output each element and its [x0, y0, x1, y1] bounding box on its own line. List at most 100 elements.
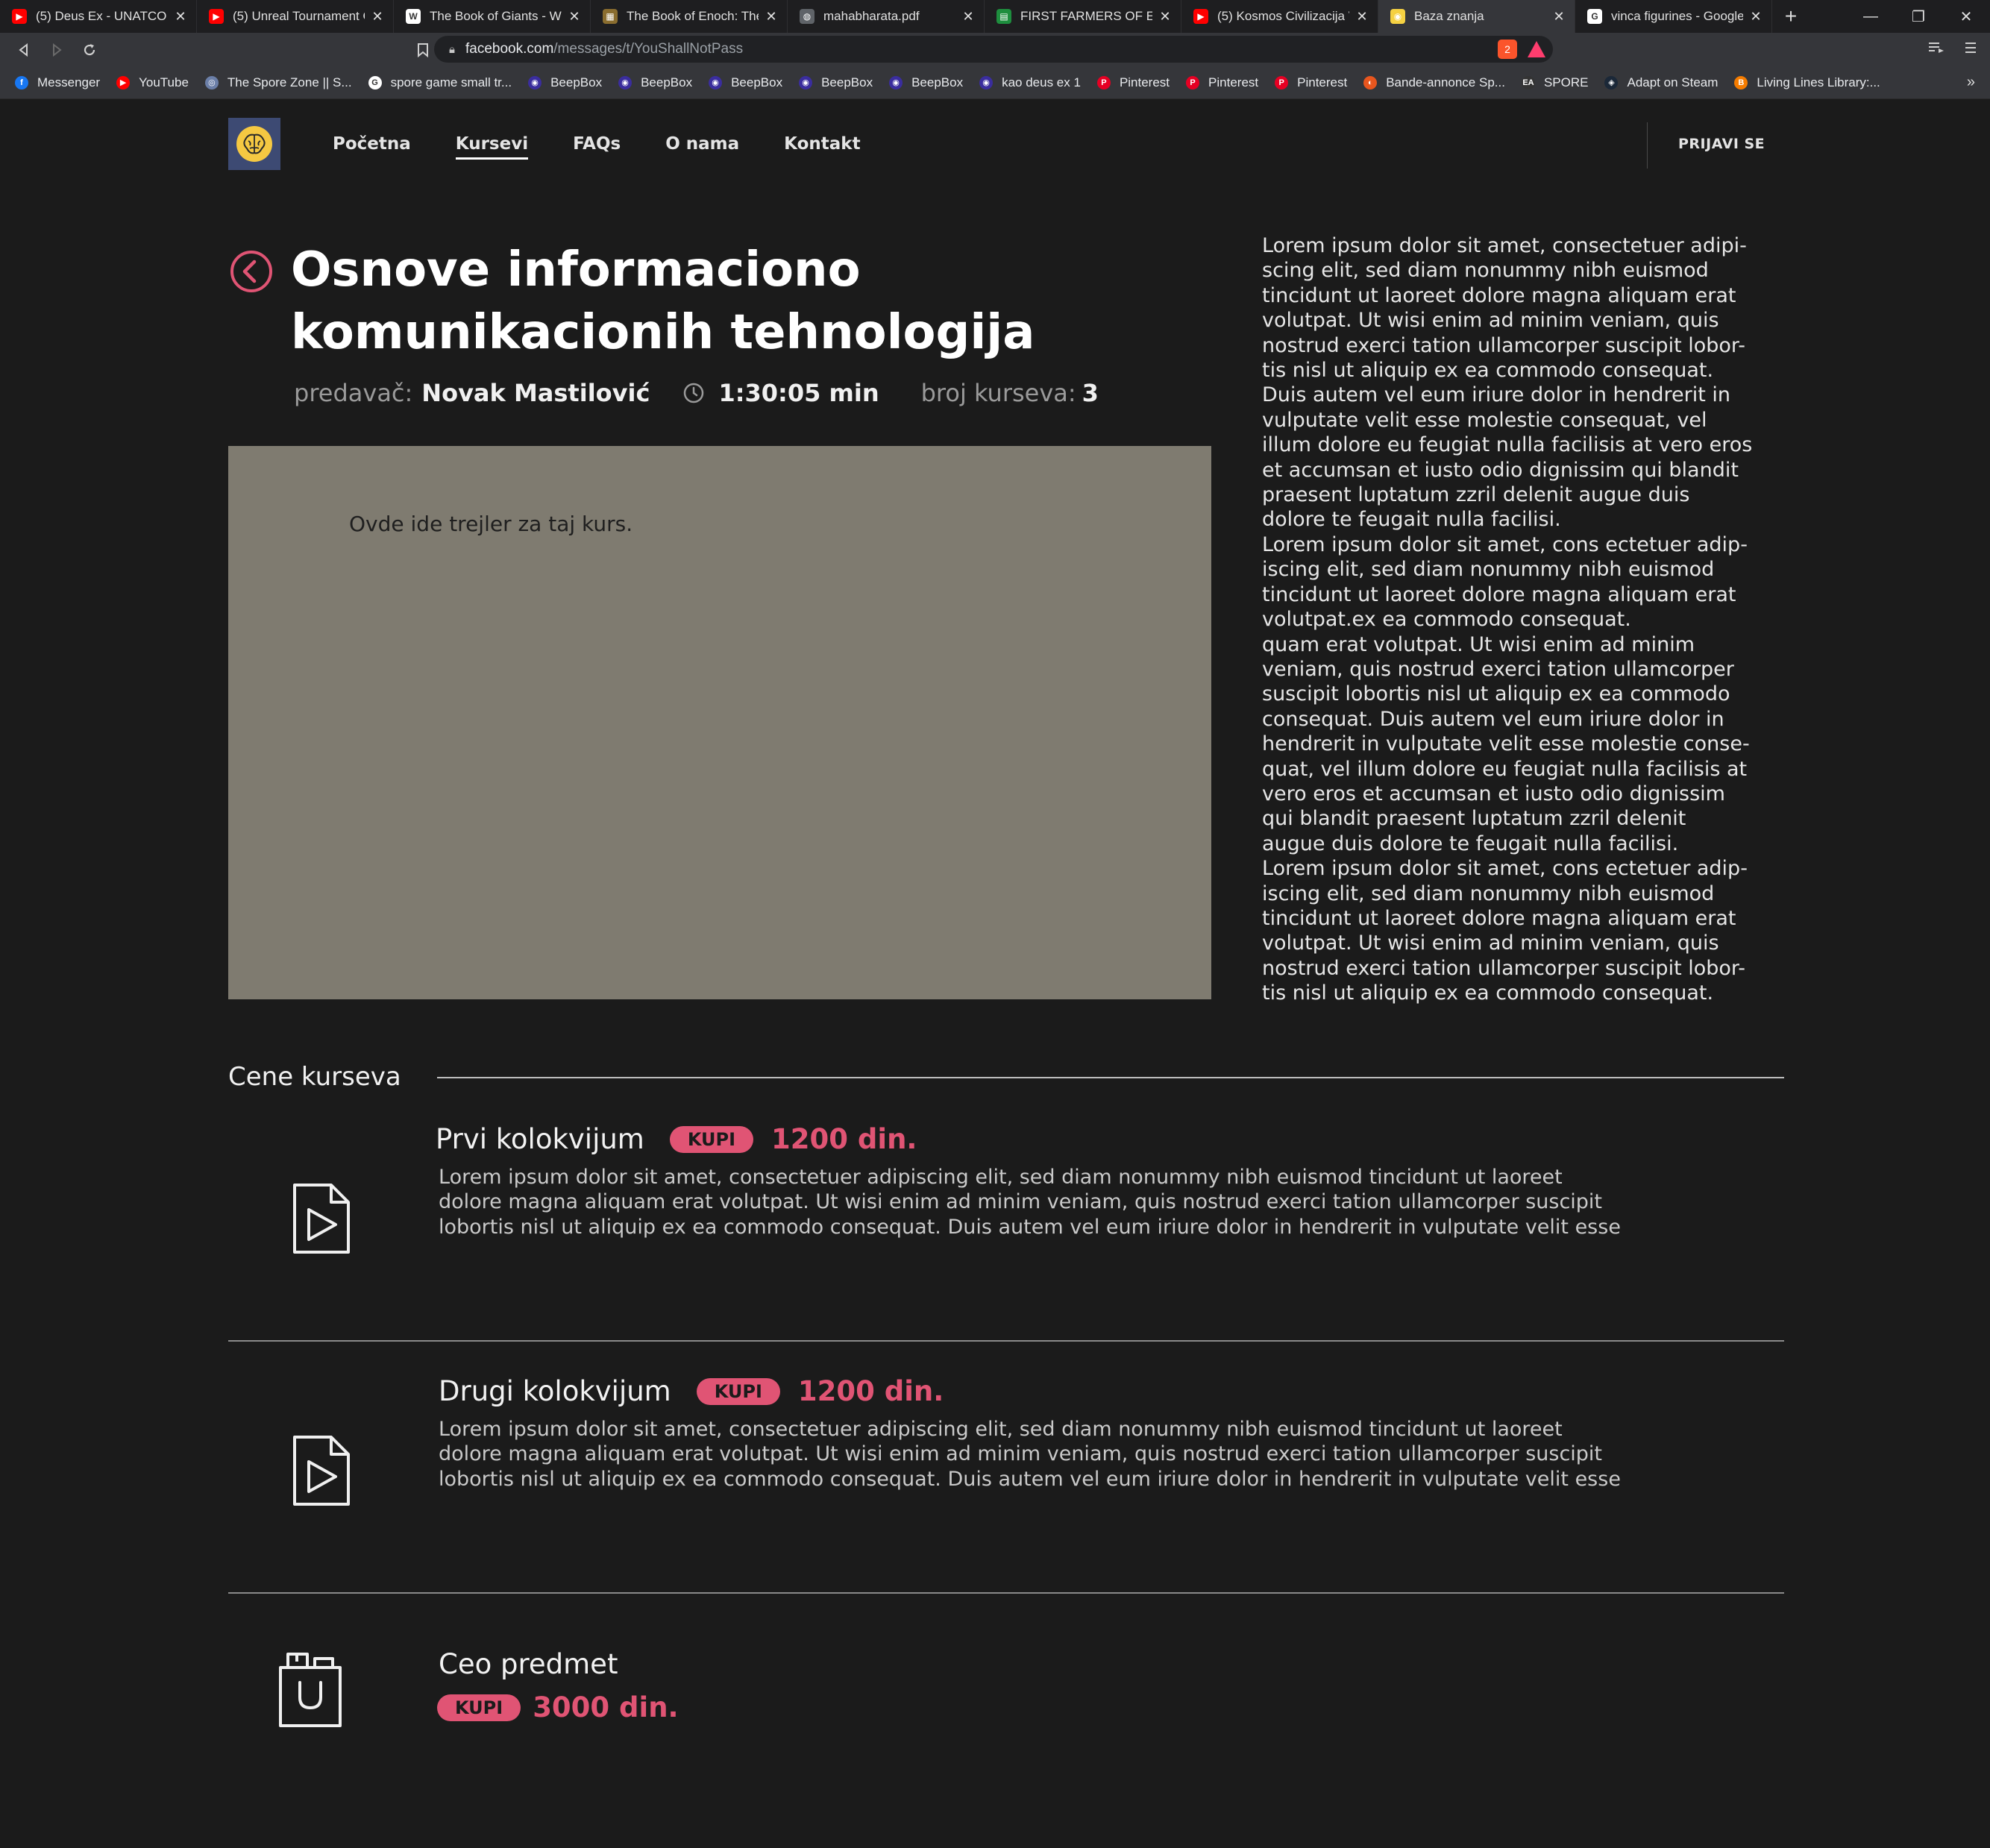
description-line: dolore magna aliquam erat volutpat. Ut w…	[439, 1190, 1603, 1214]
browser-tab[interactable]: W The Book of Giants - Wik ✕	[394, 0, 591, 33]
brave-shields-icon[interactable]: 2	[1498, 40, 1517, 59]
bookmark-item[interactable]: P Pinterest	[1186, 75, 1258, 90]
brave-rewards-icon[interactable]	[1528, 41, 1545, 57]
bookmark-favicon-icon: f	[15, 75, 28, 89]
bookmark-item[interactable]: ◉ BeepBox	[709, 75, 782, 90]
close-window-button[interactable]: ✕	[1942, 0, 1990, 33]
description-line: qui blandit praesent luptatum zzril dele…	[1262, 807, 1686, 831]
bookmark-item[interactable]: ◉ BeepBox	[889, 75, 963, 90]
course-count: 3	[1082, 379, 1099, 407]
bookmark-item[interactable]: EA SPORE	[1521, 75, 1588, 90]
tab-close-icon[interactable]: ✕	[960, 9, 976, 25]
nav-o-nama[interactable]: O nama	[665, 134, 739, 154]
bookmark-item[interactable]: f Messenger	[15, 75, 100, 90]
bookmark-item[interactable]: ◈ Adapt on Steam	[1604, 75, 1718, 90]
tab-close-icon[interactable]: ✕	[172, 9, 189, 25]
bookmark-item[interactable]: Gspore game small tr...	[368, 75, 512, 90]
bookmark-favicon-icon: G	[368, 75, 382, 89]
buy-button[interactable]: KUPI	[696, 1377, 780, 1405]
tab-favicon-icon: ▶	[209, 9, 224, 24]
bookmark-item[interactable]: ▶ YouTube	[116, 75, 189, 90]
bookmark-label: BeepBox	[821, 75, 873, 89]
bookmark-item[interactable]: ◉ BeepBox	[799, 75, 873, 90]
tab-close-icon[interactable]: ✕	[566, 9, 583, 25]
back-arrow-icon[interactable]	[230, 250, 273, 293]
tab-favicon-icon: G	[1587, 9, 1602, 24]
login-button[interactable]: PRIJAVI SE	[1678, 136, 1765, 152]
browser-tab[interactable]: ▶ (5) Kosmos Civilizacija Vi ✕	[1181, 0, 1378, 33]
nav-kursevi[interactable]: Kursevi	[455, 134, 529, 160]
tab-favicon-icon: ▤	[996, 9, 1011, 24]
bookmark-favicon-icon: ▶	[116, 75, 131, 89]
description-line: suscipit lobortis nisl ut aliquip ex ea …	[1262, 682, 1730, 706]
browser-tab[interactable]: ◉ Baza znanja ✕	[1378, 0, 1575, 33]
price-item-separator	[228, 1340, 1784, 1342]
bookmark-label: BeepBox	[911, 75, 964, 89]
description-line: volutpat.ex ea commodo consequat.	[1262, 608, 1631, 632]
tab-close-icon[interactable]: ✕	[1157, 9, 1173, 25]
bookmark-item[interactable]: ◎ The Spore Zone || S...	[204, 75, 352, 90]
forward-arrow-icon[interactable]	[40, 35, 73, 65]
tab-close-icon[interactable]: ✕	[763, 9, 779, 25]
site-logo[interactable]	[228, 118, 280, 170]
tab-close-icon[interactable]: ✕	[1354, 9, 1370, 25]
nav-faqs[interactable]: FAQs	[573, 134, 621, 154]
description-line: iscing elit, sed diam nonummy nibh euism…	[1262, 881, 1715, 905]
lock-icon: 🔒︎	[449, 43, 455, 56]
trailer-video-placeholder[interactable]: Ovde ide trejler za taj kurs.	[228, 446, 1211, 999]
tab-favicon-icon: ▶	[12, 9, 27, 24]
bookmarks-bar: f Messenger ▶ YouTube ◎ The Spore Zone || S..…	[0, 66, 1990, 99]
bookmark-label: Adapt on Steam	[1627, 75, 1719, 89]
tab-close-icon[interactable]: ✕	[369, 9, 386, 25]
tab-close-icon[interactable]: ✕	[1748, 9, 1764, 25]
browser-tab[interactable]: ▶ (5) Deus Ex - UNATCO Co ✕	[0, 0, 197, 33]
bookmark-item[interactable]: ◉ kao deus ex 1	[979, 75, 1081, 90]
nav-kontakt[interactable]: Kontakt	[784, 134, 860, 154]
bookmark-favicon-icon: ◉	[889, 75, 903, 89]
browser-tab[interactable]: ▶ (5) Unreal Tournament O ✕	[197, 0, 394, 33]
description-line: Lorem ipsum dolor sit amet, consectetuer…	[439, 1166, 1563, 1189]
description-line: tincidunt ut laoreet dolore magna aliqua…	[1262, 582, 1736, 606]
back-arrow-icon[interactable]	[7, 35, 40, 65]
course-duration: 1:30:05 min	[718, 379, 879, 407]
address-bar-actions: 2	[1498, 40, 1545, 59]
reload-icon[interactable]	[73, 35, 106, 65]
bookmark-label: Pinterest	[1208, 75, 1259, 89]
browser-tab[interactable]: ▤ FIRST FARMERS OF EURO ✕	[985, 0, 1181, 33]
menu-icon[interactable]	[1963, 40, 1978, 60]
bookmark-item[interactable]: ◉ BeepBox	[618, 75, 692, 90]
description-line: vulputate velit esse molestie consequat,…	[1262, 408, 1707, 432]
main-nav: Početna Kursevi FAQs O nama Kontakt	[333, 134, 905, 160]
description-line: scing elit, sed diam nonummy nibh euismo…	[1262, 259, 1709, 283]
bookmark-item[interactable]: ◉ BeepBox	[528, 75, 602, 90]
description-line: nostrud exerci tation ullamcorper suscip…	[1262, 333, 1746, 357]
description-line: dolore magna aliquam erat volutpat. Ut w…	[439, 1442, 1603, 1466]
bookmark-favicon-icon: ◉	[528, 75, 542, 89]
tab-close-icon[interactable]: ✕	[1551, 9, 1567, 25]
new-tab-button[interactable]: +	[1772, 0, 1809, 33]
bookmarks-overflow-icon[interactable]: »	[1967, 74, 1975, 91]
bookmark-favicon-icon: ◉	[709, 75, 723, 89]
restore-button[interactable]: ❐	[1895, 0, 1942, 33]
bookmark-label: Pinterest	[1119, 75, 1170, 89]
prices-heading-rule	[437, 1077, 1784, 1078]
browser-tab[interactable]: ◍ mahabharata.pdf ✕	[788, 0, 985, 33]
bookmark-item[interactable]: P Pinterest	[1096, 75, 1170, 90]
description-line: tincidunt ut laoreet dolore magna aliqua…	[1262, 283, 1736, 307]
lecturer-name: Novak Mastilović	[421, 379, 650, 407]
browser-tab[interactable]: Gvinca figurines - Google ✕	[1575, 0, 1772, 33]
browser-tab[interactable]: ▦ The Book of Enoch: The I ✕	[591, 0, 788, 33]
description-line: quam erat volutpat. Ut wisi enim ad mini…	[1262, 632, 1695, 656]
bookmark-item[interactable]: ◐ Bande-annonce Sp...	[1363, 75, 1505, 90]
bookmark-page-icon[interactable]	[412, 39, 434, 61]
description-line: Lorem ipsum dolor sit amet, cons ectetue…	[1262, 857, 1748, 881]
nav-pocetna[interactable]: Početna	[333, 134, 411, 154]
media-playlist-icon[interactable]	[1927, 40, 1945, 60]
buy-button[interactable]: KUPI	[437, 1694, 521, 1721]
minimize-button[interactable]: —	[1847, 0, 1895, 33]
bookmark-item[interactable]: P Pinterest	[1275, 75, 1347, 90]
address-bar[interactable]: 🔒︎ facebook.com/messages/t/YouShallNotPa…	[434, 36, 1553, 63]
price-item-header: Prvi kolokvijum KUPI 1200 din.	[436, 1123, 917, 1155]
buy-button[interactable]: KUPI	[669, 1125, 754, 1153]
bookmark-item[interactable]: B Living Lines Library:...	[1734, 75, 1880, 90]
